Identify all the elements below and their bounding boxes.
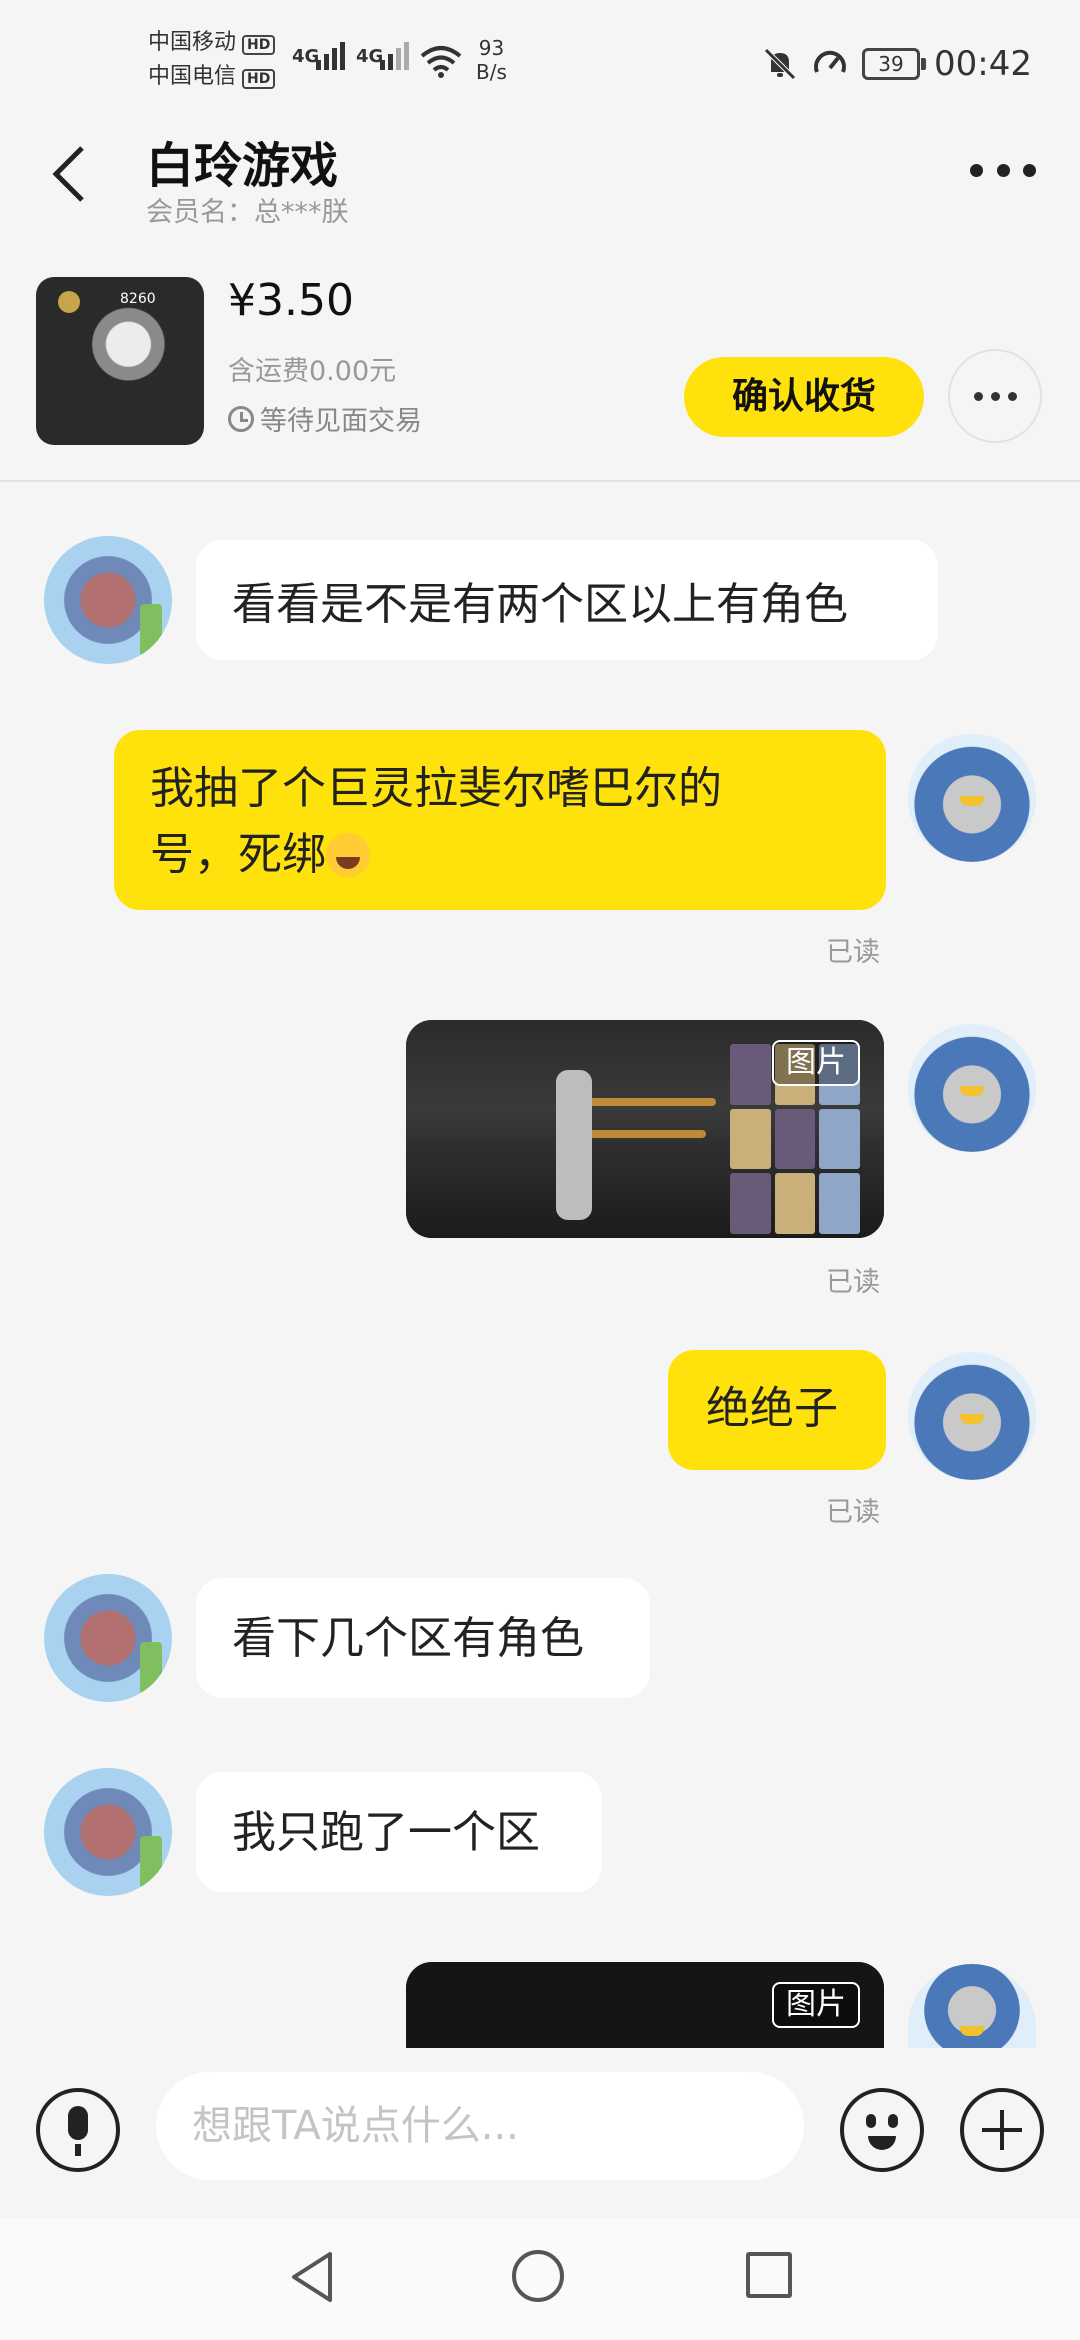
avatar-self[interactable]	[908, 1964, 1036, 2048]
nav-recents-icon[interactable]	[746, 2252, 792, 2298]
message-bubble-self[interactable]: 绝绝子	[668, 1350, 886, 1470]
mute-bell-icon	[764, 48, 796, 80]
confirm-receipt-button[interactable]: 确认收货	[684, 357, 924, 437]
network-speed: 93 B/s	[476, 36, 507, 84]
laughing-crying-emoji-icon	[326, 833, 370, 877]
speed-value: 93	[478, 36, 505, 60]
trade-status-label: 等待见面交易	[260, 406, 422, 437]
message-bubble-other[interactable]: 我只跑了一个区	[196, 1772, 602, 1892]
more-dots-icon[interactable]	[970, 150, 1036, 190]
signal-icon-1	[316, 42, 345, 70]
wifi-icon	[420, 46, 462, 78]
hd-badge-1: HD	[242, 35, 276, 55]
read-receipt: 已读	[826, 1267, 880, 1298]
page-title: 白玲游戏	[146, 138, 339, 194]
trade-status: 等待见面交易	[228, 399, 422, 438]
speedometer-icon	[814, 50, 846, 73]
microphone-icon[interactable]	[36, 2088, 120, 2172]
avatar-self[interactable]	[908, 1024, 1036, 1152]
avatar-self[interactable]	[908, 1352, 1036, 1480]
read-receipt: 已读	[826, 1497, 880, 1528]
image-message[interactable]: 图片	[406, 1020, 884, 1238]
message-line-2: 号，死绑	[150, 829, 326, 880]
product-more-button[interactable]	[948, 349, 1042, 443]
status-right: 39 00:42	[762, 44, 1032, 84]
nav-home-icon[interactable]	[512, 2250, 564, 2302]
system-nav-bar	[0, 2218, 1080, 2340]
back-arrow-icon[interactable]	[50, 144, 90, 204]
plus-icon[interactable]	[960, 2088, 1044, 2172]
emoji-icon[interactable]	[840, 2088, 924, 2172]
product-thumbnail[interactable]: 8260	[36, 277, 204, 445]
clock-icon	[228, 405, 254, 432]
message-bubble-self[interactable]: 我抽了个巨灵拉斐尔嗜巴尔的 号，死绑	[114, 730, 886, 910]
product-price: ¥3.50	[228, 275, 354, 326]
avatar-other[interactable]	[44, 1768, 172, 1896]
shipping-info: 含运费0.00元	[228, 356, 397, 387]
carrier-2-label: 中国电信	[148, 64, 237, 89]
image-tag: 图片	[772, 1040, 860, 1086]
signal-icon-2	[380, 42, 409, 70]
message-input[interactable]	[156, 2072, 804, 2180]
chat-header: 白玲游戏 会员名：总***朕	[0, 120, 1080, 230]
avatar-other[interactable]	[44, 1574, 172, 1702]
carrier-1-label: 中国移动	[148, 30, 237, 55]
avatar-self[interactable]	[908, 734, 1036, 862]
message-bubble-other[interactable]: 看下几个区有角色	[196, 1578, 650, 1698]
carrier-2: 中国电信 HD	[148, 58, 276, 90]
image-tag: 图片	[772, 1982, 860, 2028]
product-card[interactable]: 8260 ¥3.50 含运费0.00元 等待见面交易 确认收货	[0, 265, 1080, 482]
nav-back-icon[interactable]	[288, 2250, 336, 2304]
battery-indicator: 39	[862, 48, 927, 80]
message-bubble-other[interactable]: 看看是不是有两个区以上有角色	[196, 540, 938, 660]
character-figure	[556, 1070, 592, 1220]
clock-time: 00:42	[934, 44, 1032, 84]
speed-unit: B/s	[476, 60, 507, 84]
image-message[interactable]: 图片	[406, 1962, 884, 2048]
input-bar	[0, 2048, 1080, 2218]
avatar-other[interactable]	[44, 536, 172, 664]
read-receipt: 已读	[826, 937, 880, 968]
message-line-1: 我抽了个巨灵拉斐尔嗜巴尔的	[150, 763, 722, 814]
thumbnail-number: 8260	[120, 291, 156, 307]
member-name: 会员名：总***朕	[146, 197, 349, 228]
hd-badge-2: HD	[242, 69, 276, 89]
coin-icon	[58, 291, 80, 313]
carrier-1: 中国移动 HD	[148, 24, 276, 56]
status-bar: 中国移动 HD 中国电信 HD 4G 4G 93 B/s 39 00:42	[0, 0, 1080, 120]
